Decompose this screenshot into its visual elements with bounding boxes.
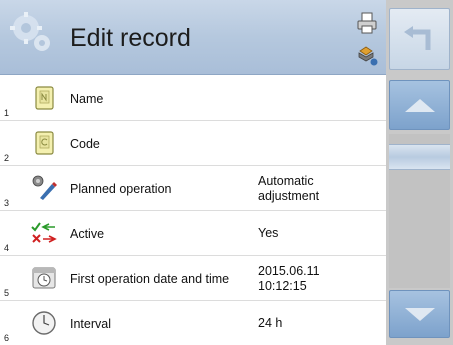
list-item[interactable]: Name 1 [0, 76, 386, 121]
back-button[interactable] [389, 8, 450, 70]
scrollbar-thumb[interactable] [389, 144, 450, 170]
row-number: 3 [4, 198, 10, 208]
page-title: Edit record [70, 24, 191, 52]
scroll-up-button[interactable] [389, 80, 450, 130]
list-item[interactable]: First operation date and time 2015.06.11… [0, 256, 386, 301]
arrow-up-icon [404, 99, 435, 112]
row-label: Code [70, 136, 100, 151]
calendar-clock-icon [30, 264, 58, 292]
row-number: 5 [4, 288, 10, 298]
row-value: 24 h [258, 316, 283, 330]
row-value: 2015.06.11 10:12:15 [258, 263, 320, 293]
printer-icon [357, 12, 377, 34]
row-number: 1 [4, 108, 10, 118]
row-number: 2 [4, 153, 10, 163]
code-field-icon [30, 129, 58, 157]
list-item[interactable]: Code 2 [0, 121, 386, 166]
row-label: Planned operation [70, 181, 172, 196]
list-item[interactable]: Planned operation Automatic adjustment 3 [0, 166, 386, 211]
scroll-down-button[interactable] [389, 290, 450, 338]
row-value: Yes [258, 226, 279, 240]
side-panel [386, 0, 453, 345]
print-button[interactable] [354, 10, 380, 36]
row-value: Automatic adjustment [258, 173, 320, 203]
gears-icon [8, 10, 58, 56]
arrow-down-icon [404, 308, 435, 321]
settings-flask-icon [358, 46, 378, 66]
planned-operation-icon [30, 174, 58, 202]
settings-button[interactable] [354, 42, 380, 68]
title-bar: Edit record [0, 0, 386, 75]
row-label: Name [70, 91, 104, 106]
row-number: 6 [4, 333, 10, 343]
record-list: Name 1 Code 2 Planned operation Automati… [0, 76, 386, 345]
list-item[interactable]: Interval 24 h 6 [0, 301, 386, 345]
clock-icon [30, 309, 58, 337]
list-item[interactable]: Active Yes 4 [0, 211, 386, 256]
name-field-icon [30, 84, 58, 112]
scrollbar-track[interactable] [389, 134, 450, 288]
row-label: Interval [70, 316, 111, 331]
row-label: Active [70, 226, 105, 241]
back-arrow-icon [403, 26, 430, 50]
row-label: First operation date and time [70, 271, 230, 286]
row-number: 4 [4, 243, 10, 253]
active-toggle-icon [30, 219, 58, 247]
